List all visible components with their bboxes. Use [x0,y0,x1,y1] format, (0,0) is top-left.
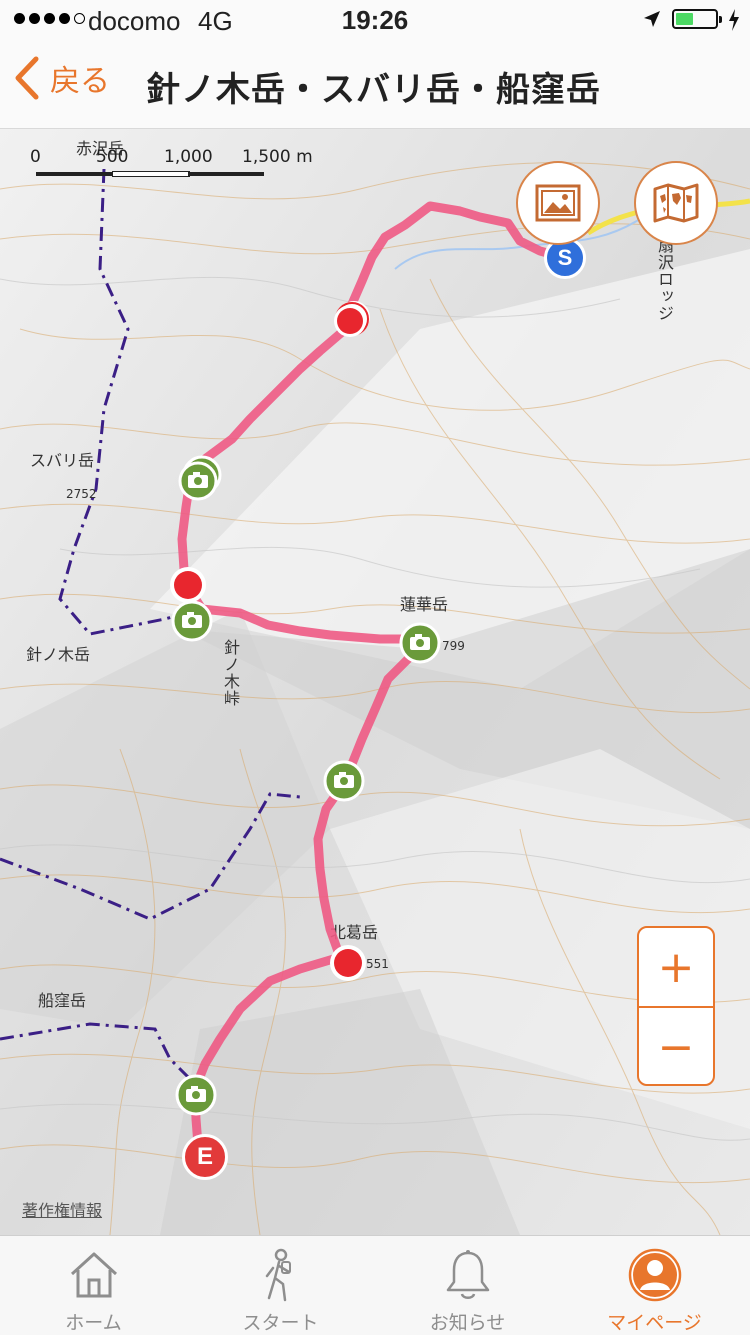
hiking-route-line [177,201,571,1166]
battery-icon [672,9,722,29]
camera-icon[interactable] [168,597,216,645]
waypoint-marker[interactable] [326,941,370,985]
topographic-map[interactable]: 赤沢岳 スバリ岳 2752 針ノ木岳 針ノ木峠 蓮華岳 799 北葛岳 551 … [0,129,750,1235]
tab-home[interactable]: ホーム [0,1236,187,1335]
camera-icon[interactable] [172,1071,220,1119]
photo-gallery-button[interactable] [516,161,600,245]
zoom-in-button[interactable]: + [639,928,713,1006]
tab-mypage[interactable]: マイページ [561,1236,748,1335]
tab-bar: ホーム スタート お知らせ マイページ [0,1235,750,1335]
camera-icon[interactable] [320,757,368,805]
status-time: 19:26 [341,5,409,35]
copyright-link[interactable]: 著作権情報 [22,1197,102,1221]
camera-icon[interactable] [176,455,224,503]
home-icon [70,1252,117,1298]
world-map-icon [653,183,699,223]
tab-notifications-label: お知らせ [429,1312,506,1334]
back-label: 戻る [50,64,110,99]
tab-start-label: スタート [242,1312,319,1334]
bell-icon [446,1250,489,1299]
tab-notifications[interactable]: お知らせ [374,1236,561,1335]
end-marker-label: E [196,1143,213,1170]
start-marker-label: S [557,245,573,270]
camera-icon[interactable] [396,619,444,667]
zoom-control: + − [637,926,715,1086]
map-layer-button[interactable] [634,161,718,245]
waypoint-marker[interactable] [328,297,372,341]
tab-home-label: ホーム [65,1312,122,1334]
tab-mypage-label: マイページ [607,1312,702,1334]
image-icon [535,184,581,222]
status-bar: docomo 4G 19:26 [0,0,750,40]
location-arrow-icon [644,11,660,27]
zoom-out-button[interactable]: − [639,1008,713,1086]
hiker-icon [265,1248,291,1302]
page-title: 針ノ木岳・スバリ岳・船窪岳 [146,70,601,110]
back-button[interactable]: 戻る [14,56,110,100]
charging-bolt-icon [729,9,739,31]
person-icon [628,1248,681,1302]
tab-start[interactable]: スタート [187,1236,374,1335]
chevron-left-icon [15,56,39,100]
end-marker[interactable]: E [182,1134,228,1180]
navigation-bar: 戻る 針ノ木岳・スバリ岳・船窪岳 [0,40,750,129]
